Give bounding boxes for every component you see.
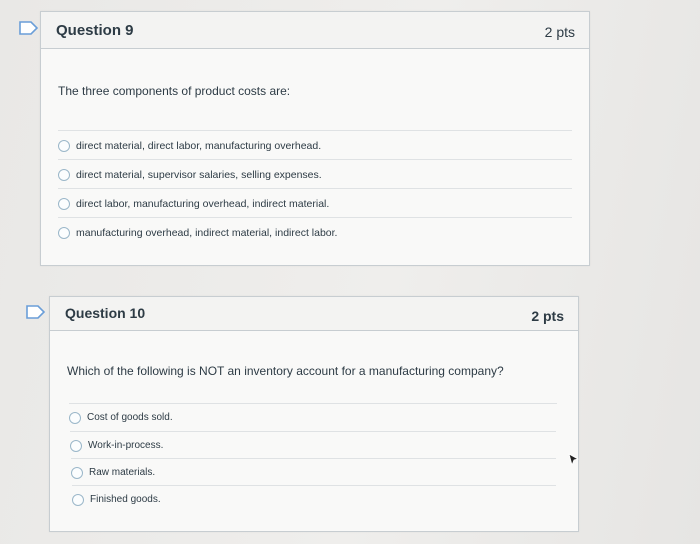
question-9-card: Question 9 2 pts The three components of… <box>40 11 590 266</box>
answer-option[interactable]: manufacturing overhead, indirect materia… <box>58 217 572 247</box>
answer-label: Raw materials. <box>89 467 156 478</box>
question-10-card: Question 10 2 pts Which of the following… <box>49 296 579 532</box>
question-9-prompt: The three components of product costs ar… <box>58 84 291 98</box>
flag-question-9-icon[interactable] <box>19 21 39 35</box>
radio-button-icon[interactable] <box>58 197 70 210</box>
answer-option[interactable]: direct material, supervisor salaries, se… <box>58 159 572 189</box>
answer-option[interactable]: direct labor, manufacturing overhead, in… <box>58 188 572 218</box>
question-10-prompt: Which of the following is NOT an invento… <box>67 364 504 378</box>
answer-label: direct material, supervisor salaries, se… <box>76 168 322 181</box>
radio-button-icon[interactable] <box>72 493 84 506</box>
answer-label: direct labor, manufacturing overhead, in… <box>76 197 330 210</box>
question-10-points: 2 pts <box>531 308 564 324</box>
answer-label: Work-in-process. <box>88 440 164 451</box>
radio-button-icon[interactable] <box>58 226 70 239</box>
answer-option[interactable]: Cost of goods sold. <box>69 403 557 431</box>
answer-label: manufacturing overhead, indirect materia… <box>76 226 338 239</box>
radio-button-icon[interactable] <box>71 466 83 479</box>
answer-option[interactable]: Finished goods. <box>72 485 556 513</box>
question-9-title: Question 9 <box>56 22 134 39</box>
mouse-pointer-icon <box>568 453 580 472</box>
answer-label: direct material, direct labor, manufactu… <box>76 139 322 152</box>
flag-question-10-icon[interactable] <box>26 305 46 319</box>
radio-button-icon[interactable] <box>58 139 70 152</box>
radio-button-icon[interactable] <box>70 439 82 452</box>
question-10-title: Question 10 <box>65 305 146 321</box>
radio-button-icon[interactable] <box>69 411 81 424</box>
answer-label: Cost of goods sold. <box>87 412 173 423</box>
answer-option[interactable]: Raw materials. <box>71 458 556 486</box>
answer-label: Finished goods. <box>90 494 161 505</box>
question-9-header: Question 9 2 pts <box>41 12 589 49</box>
question-10-header: Question 10 2 pts <box>50 297 578 331</box>
question-9-points: 2 pts <box>544 24 575 40</box>
answer-option[interactable]: Work-in-process. <box>70 431 556 459</box>
answer-option[interactable]: direct material, direct labor, manufactu… <box>58 130 572 160</box>
radio-button-icon[interactable] <box>58 168 70 181</box>
